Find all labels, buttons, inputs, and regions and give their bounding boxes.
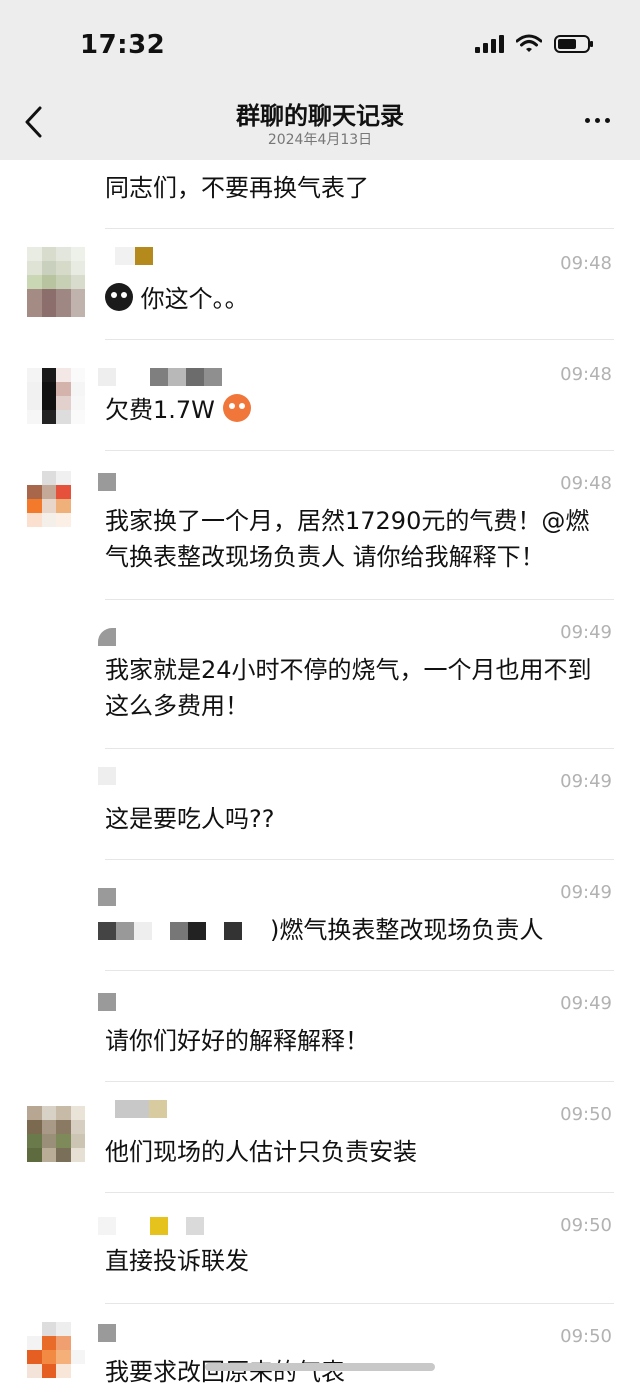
- message-text: 我家就是24小时不停的烧气，一个月也用不到这么多费用！: [105, 656, 592, 720]
- message-time: 09:49: [560, 882, 612, 903]
- avatar[interactable]: [27, 1106, 85, 1176]
- avatar[interactable]: [27, 1322, 85, 1392]
- sender-name-redacted: [98, 1217, 204, 1237]
- message-time: 09:50: [560, 1215, 612, 1236]
- message-text: )燃气换表整改现场负责人: [270, 916, 544, 944]
- wifi-icon: [516, 34, 542, 52]
- sender-name-redacted: [98, 993, 116, 1013]
- message-text: 直接投诉联发: [105, 1247, 249, 1275]
- message-text: 我要求改回原来的气表: [105, 1358, 345, 1386]
- chat-message[interactable]: 09:50 直接投诉联发: [0, 1193, 640, 1303]
- message-time: 09:50: [560, 1104, 612, 1125]
- sender-name-redacted: [98, 1324, 116, 1344]
- top-bar: 17:32 群聊的聊天记录 2024年4月13日: [0, 0, 640, 160]
- sender-name-redacted: [115, 1100, 167, 1120]
- message-time: 09:48: [560, 473, 612, 494]
- avatar[interactable]: [27, 368, 85, 438]
- message-time: 09:48: [560, 253, 612, 274]
- angry-emoji-icon: [222, 394, 251, 422]
- chat-message[interactable]: 09:48 你这个。。: [0, 229, 640, 339]
- chat-message[interactable]: 09:49 我家就是24小时不停的烧气，一个月也用不到这么多费用！: [0, 600, 640, 748]
- message-text: 我家换了一个月，居然17290元的气费！@燃气换表整改现场负责人 请你给我解释下…: [105, 507, 590, 571]
- message-time: 09:49: [560, 993, 612, 1014]
- message-time: 09:50: [560, 1326, 612, 1347]
- battery-icon: [554, 35, 593, 53]
- page-title: 群聊的聊天记录: [236, 102, 404, 130]
- chat-message[interactable]: 同志们，不要再换气表了: [0, 160, 640, 228]
- chat-message[interactable]: 09:49 这是要吃人吗??: [0, 749, 640, 859]
- chat-message[interactable]: 09:48 我家换了一个月，居然17290元的气费！@燃气换表整改现场负责人 请…: [0, 451, 640, 599]
- message-time: 09:49: [560, 622, 612, 643]
- avatar[interactable]: [27, 247, 85, 317]
- sender-name-redacted: [98, 473, 116, 493]
- message-text: 同志们，不要再换气表了: [105, 174, 369, 202]
- sender-name-redacted: [98, 767, 116, 787]
- sender-name-redacted: [98, 628, 116, 648]
- chat-message[interactable]: 09:48 欠费1.7W: [0, 340, 640, 450]
- message-time: 09:49: [560, 771, 612, 792]
- status-time: 17:32: [80, 30, 166, 60]
- sender-name-redacted: [115, 247, 153, 267]
- sender-name-redacted: [98, 888, 116, 908]
- message-text: 请你们好好的解释解释！: [105, 1027, 369, 1055]
- chat-message[interactable]: 09:50 我要求改回原来的气表: [0, 1304, 640, 1392]
- avatar[interactable]: [27, 471, 85, 541]
- mention-redacted: [98, 922, 242, 942]
- home-indicator[interactable]: [205, 1363, 435, 1371]
- message-text: 你这个。。: [105, 281, 610, 317]
- message-text: 这是要吃人吗??: [105, 805, 275, 833]
- message-text: 他们现场的人估计只负责安装: [105, 1138, 417, 1166]
- message-text: 欠费1.7W: [105, 392, 610, 428]
- page-subtitle: 2024年4月13日: [267, 132, 373, 148]
- message-time: 09:48: [560, 364, 612, 385]
- chat-message[interactable]: 09:50 他们现场的人估计只负责安装: [0, 1082, 640, 1192]
- chat-message[interactable]: 09:49 请你们好好的解释解释！: [0, 971, 640, 1081]
- more-button[interactable]: [585, 118, 610, 123]
- scared-emoji-icon: [105, 283, 133, 311]
- status-icons: [475, 34, 593, 54]
- chat-message[interactable]: 09:49 )燃气换表整改现场负责人: [0, 860, 640, 970]
- cell-signal-icon: [475, 35, 504, 53]
- sender-name-redacted: [98, 368, 222, 388]
